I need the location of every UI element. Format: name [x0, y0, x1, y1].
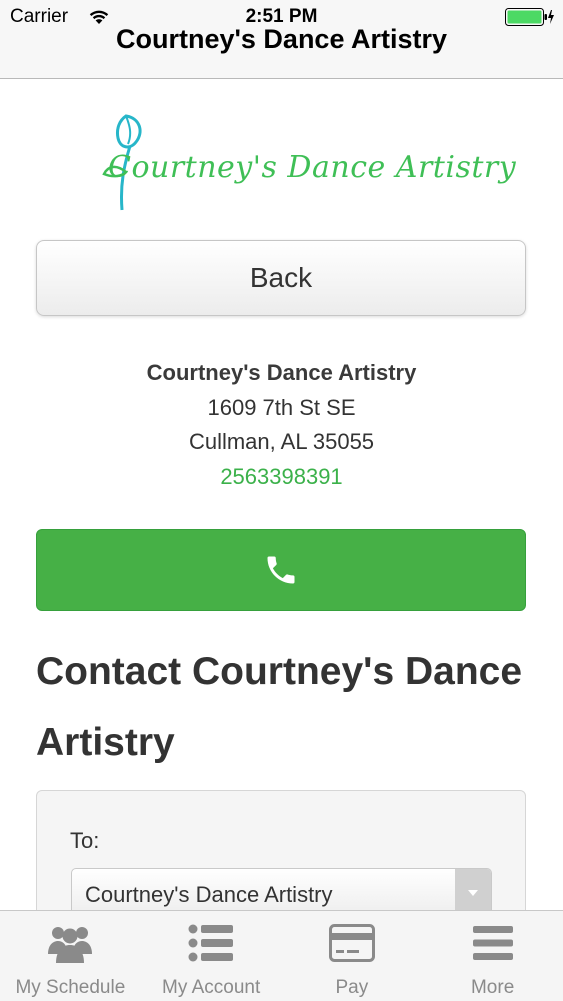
phone-link[interactable]: 2563398391: [0, 460, 563, 495]
tab-my-schedule[interactable]: My Schedule: [0, 911, 141, 1001]
to-label: To:: [70, 828, 100, 853]
list-icon: [187, 921, 235, 965]
top-bar: Carrier 2:51 PM Courtney's Dance Artistr…: [0, 0, 563, 79]
nav-title: Courtney's Dance Artistry: [115, 24, 447, 54]
city-state-zip: Cullman, AL 35055: [188, 429, 375, 454]
tab-pay[interactable]: Pay: [282, 911, 423, 1001]
tab-label: My Account: [162, 977, 261, 998]
tab-bar: My Schedule My Account Pay More: [0, 910, 563, 1001]
back-button-label: Back: [249, 262, 313, 293]
street-address: 1609 7th St SE: [207, 394, 356, 420]
call-button[interactable]: [36, 529, 526, 611]
tab-label: Pay: [335, 977, 369, 998]
to-select-value: Courtney's Dance Artistry: [85, 882, 333, 907]
phone-icon: [267, 556, 295, 584]
logo-text: Courtney's Dance Artistry: [108, 150, 517, 185]
card-icon: [328, 921, 376, 965]
tab-label: More: [470, 977, 515, 998]
business-name: Courtney's Dance Artistry: [146, 360, 417, 385]
back-button[interactable]: Back: [36, 240, 526, 316]
menu-icon: [469, 921, 517, 965]
contact-heading: Contact Courtney's Dance Artistry: [36, 650, 523, 764]
tab-label: My Schedule: [15, 977, 126, 998]
business-address: Courtney's Dance Artistry 1609 7th St SE…: [0, 356, 563, 494]
tab-more[interactable]: More: [422, 911, 563, 1001]
people-icon: [46, 921, 94, 965]
tab-my-account[interactable]: My Account: [141, 911, 282, 1001]
